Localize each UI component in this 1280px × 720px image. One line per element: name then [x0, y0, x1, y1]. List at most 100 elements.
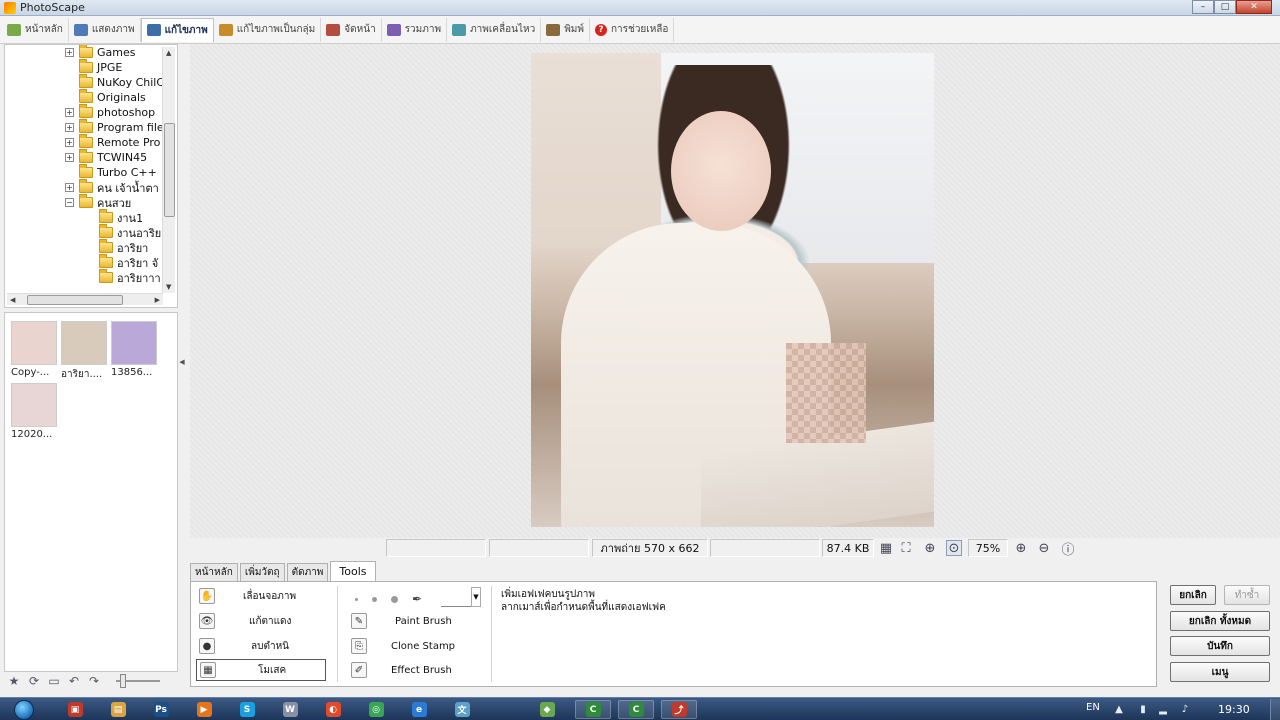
- tab-viewer[interactable]: แสดงภาพ: [69, 17, 141, 42]
- close-button[interactable]: ✕: [1236, 0, 1272, 14]
- scroll-up-icon[interactable]: ▲: [166, 49, 171, 57]
- tool-mole-remove[interactable]: ● ลบตำหนิ: [199, 636, 329, 656]
- taskbar-app[interactable]: ▶: [186, 700, 222, 719]
- tree-item[interactable]: + Program file: [65, 119, 164, 135]
- language-indicator[interactable]: EN: [1086, 702, 1100, 713]
- tab-combine[interactable]: รวมภาพ: [382, 17, 448, 42]
- brush-size-small-icon[interactable]: [355, 597, 358, 601]
- taskbar-app[interactable]: W: [272, 700, 308, 719]
- tree-horizontal-scrollbar[interactable]: ◀ ▶: [7, 293, 163, 305]
- forward-arrow-icon[interactable]: ↷: [86, 673, 102, 689]
- expand-icon[interactable]: +: [65, 108, 74, 117]
- subtab-home[interactable]: หน้าหลัก: [190, 563, 238, 581]
- subtab-tools[interactable]: Tools: [330, 561, 376, 581]
- refresh-icon[interactable]: ⟳: [26, 673, 42, 689]
- taskbar-app-open[interactable]: C: [575, 700, 611, 719]
- slider-knob[interactable]: [120, 674, 126, 688]
- folder-tree[interactable]: + Games JPGE NuKoy ChilC Originals + photo…: [4, 44, 178, 308]
- tree-scroll-thumb[interactable]: [164, 123, 175, 217]
- tool-pan[interactable]: ✋ เลื่อนจอภาพ: [199, 586, 329, 606]
- taskbar-app[interactable]: ◆: [529, 700, 565, 719]
- edited-photo[interactable]: [531, 53, 934, 527]
- save-button[interactable]: บันทึก: [1170, 636, 1270, 656]
- tree-item[interactable]: NuKoy ChilC: [65, 74, 164, 90]
- taskbar-app[interactable]: S: [229, 700, 265, 719]
- folder-open-icon[interactable]: ▭: [46, 673, 62, 689]
- start-button[interactable]: [8, 698, 40, 720]
- zoom-in-icon[interactable]: ⊕: [1013, 540, 1029, 556]
- tab-editor[interactable]: แก้ไขภาพ: [140, 17, 214, 42]
- thumbnail-image[interactable]: [111, 321, 157, 365]
- checker-icon[interactable]: ▦: [878, 540, 894, 556]
- zoom-fit-icon[interactable]: ⊙: [946, 540, 962, 556]
- taskbar-app[interactable]: 文: [444, 700, 480, 719]
- subtab-crop[interactable]: ตัดภาพ: [286, 563, 329, 581]
- taskbar-app[interactable]: e: [401, 700, 437, 719]
- volume-icon[interactable]: ♪: [1178, 702, 1192, 716]
- tree-item[interactable]: + Remote Pro: [65, 134, 160, 150]
- tab-help[interactable]: ? การช่วยเหลือ: [590, 17, 675, 42]
- tool-paint-brush[interactable]: ✎ Paint Brush: [351, 611, 471, 631]
- subtab-object[interactable]: เพิ่มวัตถุ: [239, 563, 285, 581]
- scroll-left-icon[interactable]: ◀: [10, 296, 15, 304]
- panel-collapse-handle[interactable]: ◀: [176, 312, 188, 412]
- thumbnail-size-slider[interactable]: [116, 674, 160, 688]
- taskbar-app[interactable]: ◎: [358, 700, 394, 719]
- battery-icon[interactable]: ▮: [1136, 702, 1150, 716]
- back-arrow-icon[interactable]: ↶: [66, 673, 82, 689]
- tree-item[interactable]: อาริยาาา: [85, 269, 161, 285]
- tree-item[interactable]: + TCWIN45: [65, 149, 147, 165]
- tab-home[interactable]: หน้าหลัก: [2, 17, 69, 42]
- tab-page[interactable]: จัดหน้า: [321, 17, 382, 42]
- expand-icon[interactable]: +: [65, 138, 74, 147]
- taskbar-app[interactable]: ▣: [57, 700, 93, 719]
- zoom-actual-icon[interactable]: ⊕: [922, 540, 938, 556]
- brush-size-large-icon[interactable]: [391, 595, 398, 603]
- tool-mosaic[interactable]: ▦ โมเสค: [196, 659, 326, 681]
- tab-batch-editor[interactable]: แก้ไขภาพเป็นกลุ่ม: [214, 17, 322, 42]
- combo-arrow-icon[interactable]: ▼: [471, 587, 481, 607]
- collapse-left-icon[interactable]: ◀: [179, 358, 184, 366]
- thumbnail-image[interactable]: [11, 321, 57, 365]
- zoom-out-icon[interactable]: ⊖: [1036, 540, 1052, 556]
- taskbar-app[interactable]: ◐: [315, 700, 351, 719]
- undo-all-button[interactable]: ยกเลิก ทั้งหมด: [1170, 611, 1270, 631]
- network-icon[interactable]: ▂: [1156, 702, 1170, 716]
- brush-size-medium-icon[interactable]: [372, 596, 377, 602]
- image-canvas[interactable]: [190, 44, 1280, 538]
- fit-screen-icon[interactable]: ⛶: [898, 540, 914, 556]
- eyedropper-icon[interactable]: ✒: [412, 592, 422, 606]
- brush-size-picker[interactable]: ✒: [355, 592, 422, 606]
- tree-item[interactable]: + photoshop: [65, 104, 155, 120]
- menu-button[interactable]: เมนู: [1170, 662, 1270, 682]
- tool-effect-brush[interactable]: ✐ Effect Brush: [351, 660, 471, 680]
- thumbnail-image[interactable]: [11, 383, 57, 427]
- scroll-right-icon[interactable]: ▶: [155, 296, 160, 304]
- redo-button[interactable]: ทำซ้ำ: [1224, 585, 1270, 605]
- collapse-icon[interactable]: −: [65, 198, 74, 207]
- taskbar-app[interactable]: Ps: [143, 700, 179, 719]
- tool-red-eye[interactable]: 👁 แก้ตาแดง: [199, 611, 329, 631]
- tab-print[interactable]: พิมพ์: [541, 17, 590, 42]
- minimize-button[interactable]: –: [1192, 0, 1214, 14]
- scroll-down-icon[interactable]: ▼: [166, 283, 171, 291]
- expand-icon[interactable]: +: [65, 48, 74, 57]
- taskbar-app[interactable]: ▤: [100, 700, 136, 719]
- tool-clone-stamp[interactable]: ⎘ Clone Stamp: [351, 636, 471, 656]
- tree-hscroll-thumb[interactable]: [27, 295, 123, 305]
- taskbar-app-open[interactable]: C: [618, 700, 654, 719]
- clock[interactable]: 19:30: [1218, 703, 1250, 716]
- expand-icon[interactable]: +: [65, 153, 74, 162]
- tree-vertical-scrollbar[interactable]: ▲ ▼: [162, 47, 175, 293]
- info-icon[interactable]: ⓘ: [1060, 540, 1076, 558]
- taskbar-app-open[interactable]: ⤴: [661, 700, 697, 719]
- show-desktop-button[interactable]: [1270, 699, 1280, 720]
- tree-item[interactable]: JPGE: [65, 59, 122, 75]
- undo-button[interactable]: ยกเลิก: [1170, 585, 1216, 605]
- thumbnail-image[interactable]: [61, 321, 107, 365]
- star-icon[interactable]: ★: [6, 673, 22, 689]
- tab-animated-gif[interactable]: ภาพเคลื่อนไหว: [447, 17, 542, 42]
- expand-icon[interactable]: +: [65, 123, 74, 132]
- expand-icon[interactable]: +: [65, 183, 74, 192]
- tree-item[interactable]: Originals: [65, 89, 146, 105]
